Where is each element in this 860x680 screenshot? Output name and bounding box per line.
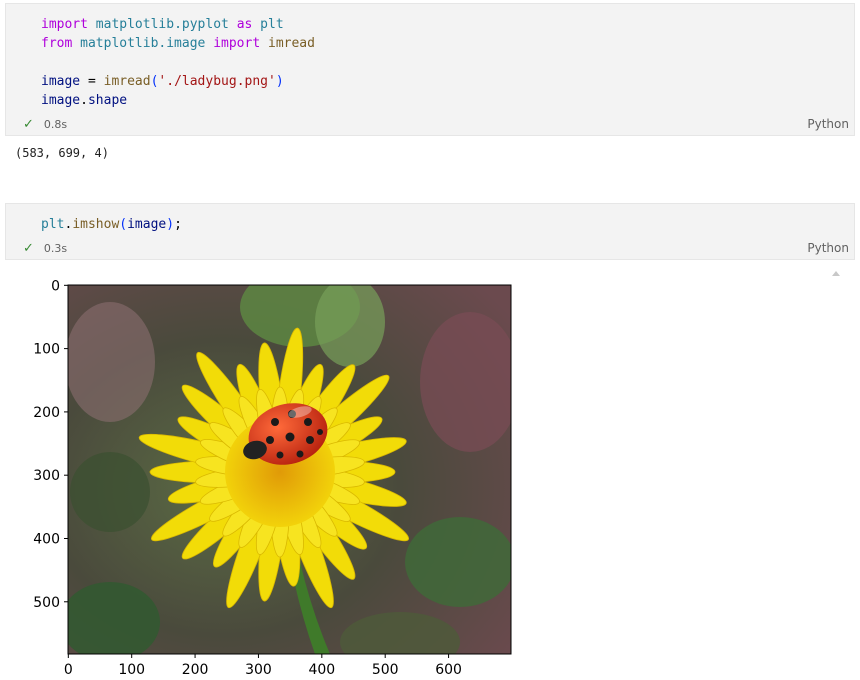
x-tick-label: 300 [245,662,272,678]
code-line: image.shape [41,93,128,108]
language-label[interactable]: Python [807,116,849,132]
code-editor[interactable]: import matplotlib.pyplot as plt from matp… [41,15,315,110]
x-axis: 0 100 200 300 400 500 600 [64,654,462,678]
y-tick-label: 200 [33,405,60,421]
imshow-plot: 0 100 200 300 400 500 0 100 200 300 400 500 600 [33,278,512,678]
x-tick-label: 100 [118,662,145,678]
execution-time: 0.3s [43,241,68,255]
check-icon: ✓ [23,240,34,256]
cell-output-text: (583, 699, 4) [15,146,109,160]
x-tick-label: 600 [435,662,462,678]
execution-status: ✓ 0.3s [23,240,67,256]
code-line: from matplotlib.image import imread [41,36,315,51]
scroll-up-icon[interactable] [832,271,840,276]
code-cell-2[interactable]: plt.imshow(image); ✓ 0.3s Python [5,203,855,260]
language-label[interactable]: Python [807,240,849,256]
ladybug-image [68,285,511,654]
code-cell-1[interactable]: import matplotlib.pyplot as plt from matp… [5,3,855,136]
y-tick-label: 400 [33,531,60,547]
x-tick-label: 500 [372,662,399,678]
execution-status: ✓ 0.8s [23,116,67,132]
x-tick-label: 400 [308,662,335,678]
code-line: plt.imshow(image); [41,217,182,232]
y-tick-label: 100 [33,342,60,358]
y-tick-label: 0 [51,278,60,294]
code-editor[interactable]: plt.imshow(image); [41,215,182,234]
code-line: import matplotlib.pyplot as plt [41,17,284,32]
x-tick-label: 0 [64,662,73,678]
y-axis: 0 100 200 300 400 500 [33,278,68,611]
execution-time: 0.8s [43,117,68,131]
code-line: image = imread('./ladybug.png') [41,74,284,89]
check-icon: ✓ [23,116,34,132]
y-tick-label: 300 [33,468,60,484]
x-tick-label: 200 [182,662,209,678]
y-tick-label: 500 [33,595,60,611]
